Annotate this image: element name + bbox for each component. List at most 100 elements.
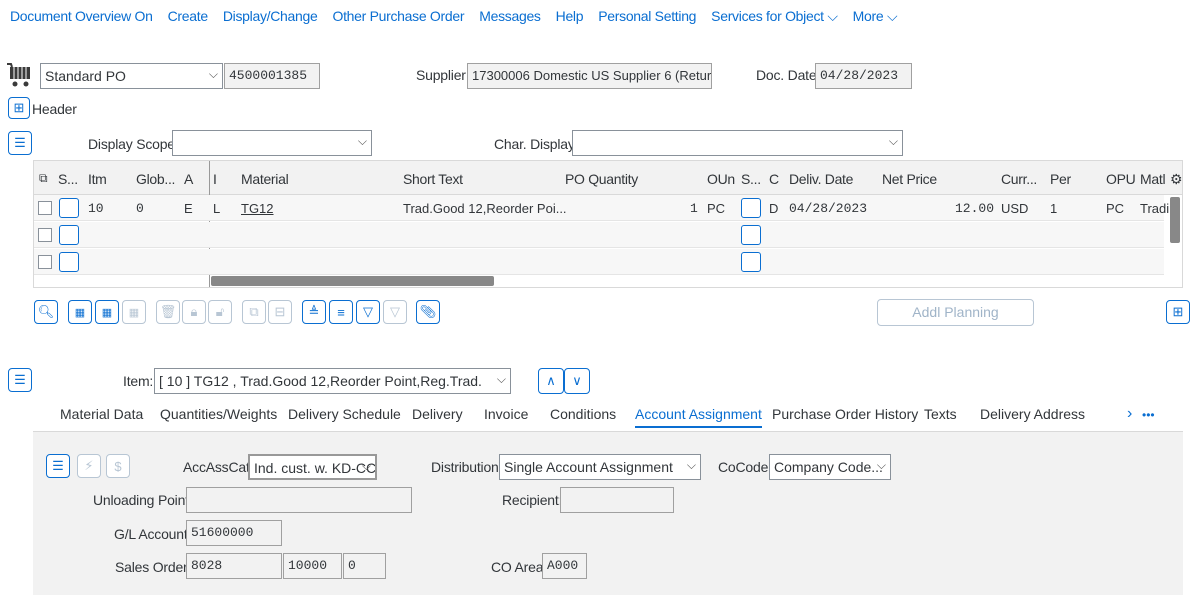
char-display-select[interactable]: ⌵ [572,130,903,156]
filter-remove-icon[interactable]: ▽ [383,300,407,324]
chevron-right-icon[interactable]: › [1127,405,1132,423]
chevron-up-icon[interactable]: ∧ [538,368,564,394]
row-status-box[interactable] [59,225,79,245]
col-item-cat[interactable]: I [213,171,217,187]
row-checkbox[interactable] [38,255,52,269]
col-per[interactable]: Per [1050,171,1071,187]
row-status-box[interactable] [59,252,79,272]
col-currency[interactable]: Curr... [1001,171,1037,187]
supplier-field[interactable]: 17300006 Domestic US Supplier 6 (Retur..… [467,63,712,89]
display-scope-select[interactable]: ⌵ [172,130,372,156]
tab-delivery-address[interactable]: Delivery Address [980,406,1085,422]
menu-display-change[interactable]: Display/Change [223,8,318,25]
sales-order-item-field[interactable]: 10000 [283,553,342,579]
attachment-icon[interactable]: 📎︎ [416,300,440,324]
vertical-scrollbar[interactable] [1170,197,1180,243]
cell-material-link[interactable]: TG12 [241,201,274,216]
tab-delivery-schedule[interactable]: Delivery Schedule [288,406,401,422]
sort-ascending-icon[interactable]: ≜ [302,300,326,324]
col-matl[interactable]: Matl [1140,171,1166,187]
document-type-select[interactable]: Standard PO ⌵ [40,63,223,89]
col-order-unit[interactable]: OUn [707,171,735,187]
menu-create[interactable]: Create [168,8,209,25]
menu-document-overview[interactable]: Document Overview On [10,8,153,25]
distribution-label: Distribution: [431,459,503,475]
col-po-quantity[interactable]: PO Quantity [565,171,638,187]
cocode-select[interactable]: Company Code... ⌵ [769,454,891,480]
unlock-icon[interactable]: 🔓︎ [208,300,232,324]
lock-icon[interactable]: 🔒︎ [182,300,206,324]
list-icon[interactable]: ☰ [46,454,70,478]
sales-order-field[interactable]: 8028 [186,553,282,579]
gear-icon[interactable]: ⚙ [1170,171,1183,188]
gl-account-field[interactable]: 51600000 [186,520,282,546]
addl-planning-button[interactable]: Addl Planning [877,299,1034,326]
row-checkbox[interactable] [38,201,52,215]
col-net-price[interactable]: Net Price [882,171,937,187]
filter-icon[interactable]: ▽ [356,300,380,324]
col-short-text[interactable]: Short Text [403,171,463,187]
row-s-box[interactable] [741,252,761,272]
menu-more[interactable]: More ⌵ [853,8,898,25]
po-number-field[interactable]: 4500001385 [224,63,320,89]
zoom-icon[interactable]: 🔍︎ [34,300,58,324]
insert-row-icon[interactable]: ⊟ [268,300,292,324]
chevron-down-icon: ⌵ [208,67,218,81]
sort-descending-icon[interactable]: ≡ [329,300,353,324]
tab-account-assignment[interactable]: Account Assignment [635,406,762,428]
menu-messages[interactable]: Messages [479,8,541,25]
row-s-box[interactable] [741,198,761,218]
chevron-down-icon: ⌵ [886,8,898,24]
currency-icon[interactable]: $ [106,454,130,478]
col-s[interactable]: S... [741,171,761,187]
table-row[interactable] [34,249,1164,275]
col-opu[interactable]: OPU [1106,171,1136,187]
col-c[interactable]: C [769,171,779,187]
menu-help[interactable]: Help [556,8,584,25]
col-glob[interactable]: Glob... [136,171,175,187]
row-checkbox[interactable] [38,228,52,242]
org-structure-icon[interactable]: ⊞ [1166,300,1190,324]
recipient-field[interactable] [560,487,674,513]
menu-services-for-object[interactable]: Services for Object ⌵ [711,8,838,25]
item-select[interactable]: [ 10 ] TG12 , Trad.Good 12,Reorder Point… [154,368,511,394]
col-material[interactable]: Material [241,171,289,187]
collapse-item-detail-button[interactable]: ☰ [8,368,32,392]
table-row[interactable]: 10 0 E L TG12 Trad.Good 12,Reorder Poi..… [34,195,1172,221]
row-s-box[interactable] [741,225,761,245]
tab-conditions[interactable]: Conditions [550,406,616,422]
tab-quantities-weights[interactable]: Quantities/Weights [160,406,277,422]
magic-wand-icon[interactable]: ⚡︎ [77,454,101,478]
tab-invoice[interactable]: Invoice [484,406,528,422]
unloading-point-field[interactable] [186,487,412,513]
chevron-down-icon[interactable]: ∨ [564,368,590,394]
select-all-button[interactable]: ▦ [68,300,92,324]
table-row[interactable] [34,222,1164,248]
copy-icon[interactable]: ⧉ [242,300,266,324]
sales-order-schedule-field[interactable]: 0 [343,553,386,579]
col-account-cat[interactable]: A [184,171,193,187]
menu-other-po[interactable]: Other Purchase Order [332,8,464,25]
horizontal-scrollbar[interactable] [211,276,494,286]
tab-material-data[interactable]: Material Data [60,406,143,422]
chevron-down-icon: ⌵ [888,134,898,148]
deselect-all-button[interactable]: ▦ [95,300,119,324]
distribution-select[interactable]: Single Account Assignment ⌵ [499,454,701,480]
col-status[interactable]: S... [58,171,78,187]
collapse-items-button[interactable]: ☰ [8,131,32,155]
select-all-icon[interactable]: ⧉ [39,171,48,186]
expand-header-button[interactable]: ⊞ [8,97,30,119]
col-item[interactable]: Itm [88,171,107,187]
tab-texts[interactable]: Texts [924,406,957,422]
tab-po-history[interactable]: Purchase Order History [772,406,918,422]
col-deliv-date[interactable]: Deliv. Date [789,171,853,187]
more-icon[interactable]: ••• [1142,408,1155,422]
delete-icon[interactable]: 🗑︎ [156,300,180,324]
doc-date-field[interactable]: 04/28/2023 [815,63,912,89]
accasscat-select[interactable]: Ind. cust. w. KD-CC ⌵ [248,454,377,480]
tab-delivery[interactable]: Delivery [412,406,463,422]
menu-personal-setting[interactable]: Personal Setting [598,8,696,25]
co-area-field[interactable]: A000 [542,553,587,579]
select-block-button[interactable]: ▦ [122,300,146,324]
row-status-box[interactable] [59,198,79,218]
